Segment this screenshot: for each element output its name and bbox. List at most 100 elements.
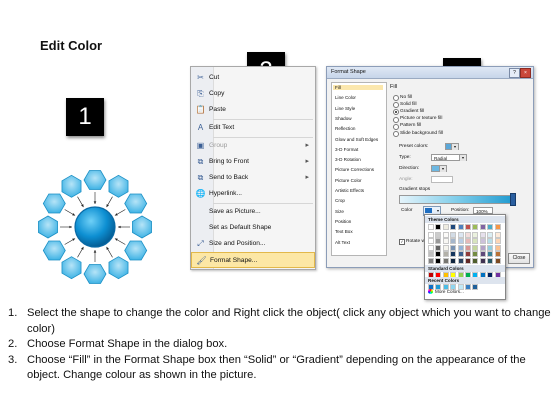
theme-color-swatch[interactable] (487, 231, 494, 238)
theme-color-swatch[interactable] (435, 244, 442, 251)
theme-color-swatch[interactable] (450, 238, 457, 245)
theme-color-swatch[interactable] (465, 251, 471, 258)
theme-color-swatch[interactable] (465, 244, 471, 251)
theme-color-swatch[interactable] (442, 224, 449, 230)
hexagon-segment[interactable] (108, 174, 129, 198)
theme-color-swatch[interactable] (494, 258, 501, 264)
rotate-checkbox[interactable]: ✓ (399, 239, 405, 245)
menu-item-copy[interactable]: ⎘ Copy (191, 86, 315, 102)
position-field[interactable]: 100% (473, 207, 493, 214)
theme-color-swatch[interactable] (442, 258, 449, 264)
menu-item-hyperlink[interactable]: 🌐 Hyperlink... (191, 186, 315, 202)
theme-color-swatch[interactable] (494, 244, 501, 251)
hexagon-segment[interactable] (124, 240, 148, 261)
theme-color-swatch[interactable] (450, 258, 457, 264)
hexagon-cluster-diagram[interactable] (30, 162, 160, 292)
theme-color-swatch[interactable] (472, 258, 479, 264)
category-3-d-format[interactable]: 3-D Format (335, 147, 358, 152)
radio-slide-background-fill[interactable] (393, 131, 399, 137)
theme-color-swatch[interactable] (465, 258, 471, 264)
help-icon[interactable]: ? (509, 68, 520, 78)
recent-color-swatch[interactable] (472, 284, 479, 290)
theme-color-swatch[interactable] (472, 244, 479, 251)
theme-color-swatch[interactable] (479, 244, 486, 251)
category-reflection[interactable]: Reflection (335, 126, 355, 131)
theme-color-swatch[interactable] (494, 224, 501, 230)
menu-item-send-to-back[interactable]: ⧉ Send to Back ▸ (191, 170, 315, 186)
radio-solid-fill[interactable] (393, 102, 399, 109)
gradient-stop-handle[interactable] (510, 193, 516, 206)
center-circle[interactable] (74, 206, 116, 248)
category-artistic-effects[interactable]: Artistic Effects (335, 188, 364, 193)
preset-colors-dropdown[interactable]: ▾ (445, 143, 459, 150)
theme-color-swatch[interactable] (450, 251, 457, 258)
theme-color-swatch[interactable] (479, 238, 486, 245)
theme-color-swatch[interactable] (457, 258, 464, 264)
theme-color-swatch[interactable] (487, 251, 494, 258)
theme-color-swatch[interactable] (479, 251, 486, 258)
menu-item-cut[interactable]: ✂ Cut (191, 70, 315, 86)
theme-color-swatch[interactable] (428, 258, 434, 264)
theme-color-swatch[interactable] (435, 224, 442, 230)
theme-color-swatch[interactable] (457, 244, 464, 251)
theme-color-swatch[interactable] (457, 238, 464, 245)
category-shadow[interactable]: Shadow (335, 116, 352, 121)
theme-color-swatch[interactable] (435, 231, 442, 238)
category-crop[interactable]: Crop (335, 198, 345, 203)
category-size[interactable]: Size (335, 209, 344, 214)
hexagon-segment[interactable] (61, 174, 82, 198)
theme-color-swatch[interactable] (450, 224, 457, 230)
category-3-d-rotation[interactable]: 3-D Rotation (335, 157, 361, 162)
theme-color-swatch[interactable] (428, 224, 434, 230)
theme-color-swatch[interactable] (465, 224, 471, 230)
theme-color-swatch[interactable] (442, 244, 449, 251)
theme-color-swatch[interactable] (428, 231, 434, 238)
menu-item-bring-to-front[interactable]: ⧉ Bring to Front ▸ (191, 154, 315, 170)
theme-color-swatch[interactable] (465, 238, 471, 245)
category-glow-and-soft-edges[interactable]: Glow and Soft Edges (335, 137, 378, 142)
category-position[interactable]: Position (335, 219, 351, 224)
hexagon-segment[interactable] (61, 256, 82, 280)
theme-color-swatch[interactable] (435, 238, 442, 245)
category-text-box[interactable]: Text Box (335, 229, 353, 234)
hexagon-segment[interactable] (42, 193, 66, 214)
hexagon-segment[interactable] (124, 193, 148, 214)
hexagon-segment[interactable] (42, 240, 66, 261)
more-colors-link[interactable]: More Colors... (428, 289, 464, 295)
menu-item-edit-text[interactable]: A Edit Text (191, 120, 315, 136)
angle-field[interactable] (431, 176, 453, 183)
theme-color-swatch[interactable] (487, 258, 494, 264)
theme-color-swatch[interactable] (494, 238, 501, 245)
theme-color-swatch[interactable] (472, 251, 479, 258)
radio-picture-or-texture-fill[interactable] (393, 116, 399, 123)
hexagon-segment[interactable] (38, 215, 58, 239)
theme-color-swatch[interactable] (487, 244, 494, 251)
category-picture-corrections[interactable]: Picture Corrections (335, 167, 374, 172)
theme-color-swatch[interactable] (457, 231, 464, 238)
recent-color-swatch[interactable] (465, 284, 471, 290)
category-picture-color[interactable]: Picture Color (335, 178, 362, 183)
radio-gradient-fill[interactable] (393, 109, 399, 116)
direction-dropdown[interactable]: ▾ (431, 165, 447, 172)
theme-color-swatch[interactable] (472, 231, 479, 238)
theme-color-swatch[interactable] (442, 238, 449, 245)
category-alt-text[interactable]: Alt Text (335, 240, 350, 245)
theme-color-swatch[interactable] (450, 231, 457, 238)
theme-color-swatch[interactable] (487, 224, 494, 230)
theme-color-swatch[interactable] (442, 231, 449, 238)
theme-color-swatch[interactable] (428, 251, 434, 258)
theme-color-swatch[interactable] (494, 231, 501, 238)
gradient-stops-bar[interactable] (399, 195, 515, 204)
theme-color-swatch[interactable] (457, 224, 464, 230)
radio-pattern-fill[interactable] (393, 123, 399, 130)
theme-color-swatch[interactable] (479, 231, 486, 238)
menu-item-set-as-default-shape[interactable]: Set as Default Shape (191, 220, 315, 236)
theme-color-swatch[interactable] (435, 251, 442, 258)
theme-color-swatch[interactable] (442, 251, 449, 258)
theme-color-swatch[interactable] (450, 244, 457, 251)
category-line-style[interactable]: Line Style (335, 106, 355, 111)
hexagon-segment[interactable] (108, 256, 129, 280)
theme-color-swatch[interactable] (479, 224, 486, 230)
theme-color-swatch[interactable] (479, 258, 486, 264)
radio-no-fill[interactable] (393, 95, 399, 101)
